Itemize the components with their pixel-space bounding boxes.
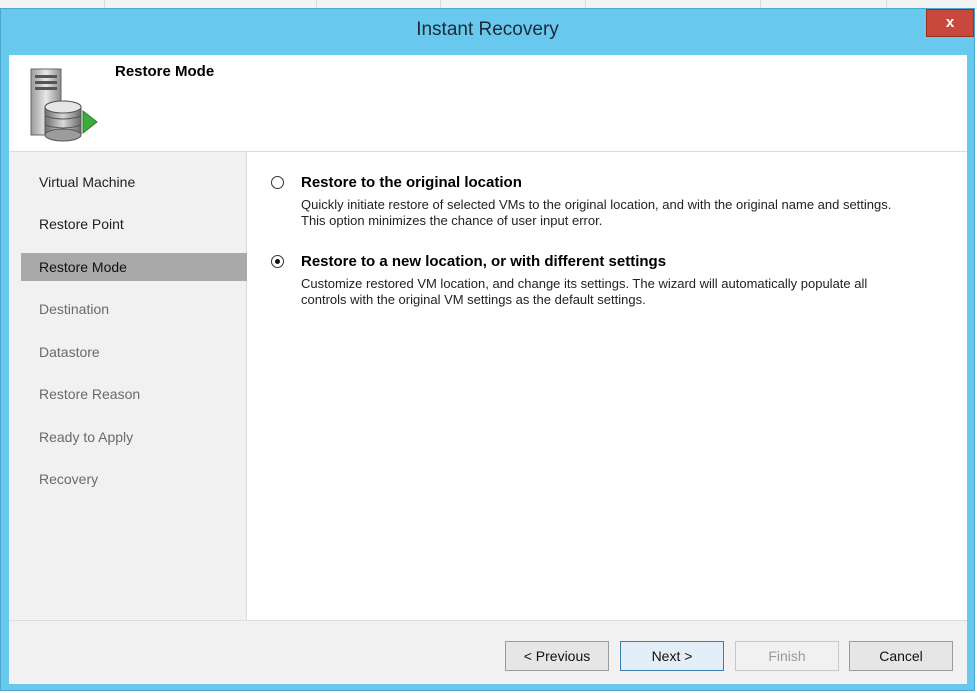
restore-mode-options: Restore to the original location Quickly…	[249, 152, 967, 620]
window-title: Instant Recovery	[416, 19, 559, 40]
finish-button: Finish	[735, 641, 839, 671]
step-virtual-machine[interactable]: Virtual Machine	[21, 168, 247, 196]
option-new-location-label[interactable]: Restore to a new location, or with diffe…	[301, 253, 666, 270]
step-restore-point[interactable]: Restore Point	[21, 210, 247, 238]
cancel-button[interactable]: Cancel	[849, 641, 953, 671]
title-bar[interactable]: Instant Recovery x	[1, 9, 974, 55]
wizard-steps-sidebar: Virtual Machine Restore Point Restore Mo…	[9, 152, 247, 620]
step-datastore: Datastore	[39, 344, 100, 360]
wizard-header: Restore Mode	[9, 55, 967, 152]
option-original-location[interactable]: Restore to the original location Quickly…	[271, 174, 911, 234]
option-new-location[interactable]: Restore to a new location, or with diffe…	[271, 253, 911, 313]
previous-button[interactable]: < Previous	[505, 641, 609, 671]
step-restore-reason: Restore Reason	[39, 386, 141, 402]
step-destination: Destination	[39, 301, 110, 317]
option-new-location-description: Customize restored VM location, and chan…	[301, 276, 868, 307]
instant-recovery-window: Instant Recovery x Restore Mode Virtual …	[0, 8, 975, 691]
step-recovery: Recovery	[39, 471, 99, 487]
option-original-location-description: Quickly initiate restore of selected VMs…	[301, 197, 892, 228]
next-button[interactable]: Next >	[620, 641, 724, 671]
wizard-body: Restore Mode Virtual Machine Restore Poi…	[9, 55, 967, 684]
option-original-location-label[interactable]: Restore to the original location	[301, 174, 522, 191]
wizard-footer: < Previous Next > Finish Cancel	[9, 620, 967, 684]
step-ready-to-apply: Ready to Apply	[39, 429, 134, 445]
close-button[interactable]: x	[926, 9, 974, 37]
radio-new-location[interactable]	[271, 255, 284, 268]
step-title: Restore Mode	[115, 63, 215, 80]
step-restore-mode[interactable]: Restore Mode	[21, 253, 247, 281]
radio-original-location[interactable]	[271, 176, 284, 189]
server-database-restore-icon	[30, 68, 98, 142]
